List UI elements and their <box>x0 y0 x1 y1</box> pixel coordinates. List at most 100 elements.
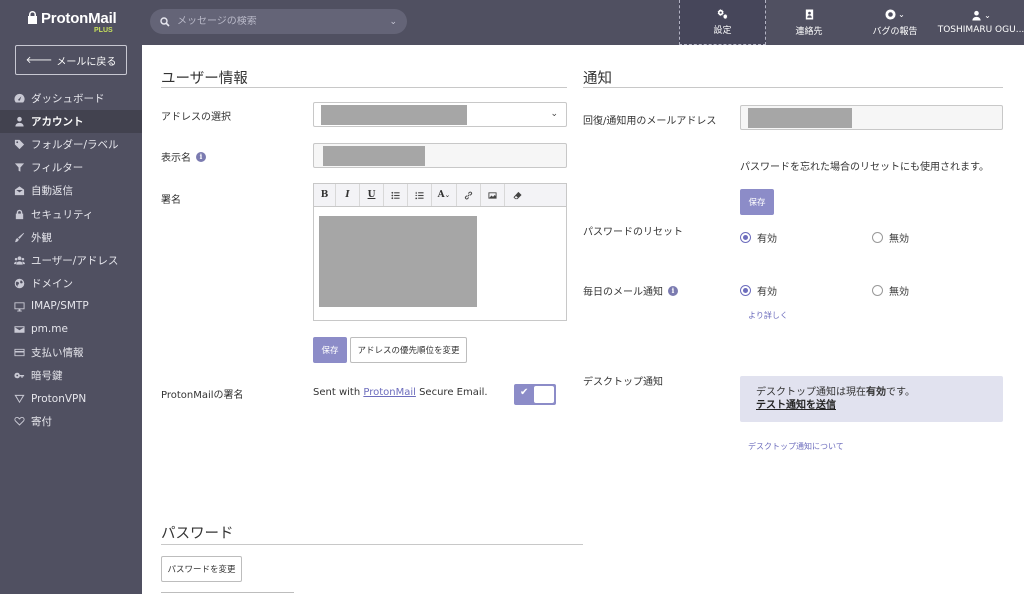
tab-bug-report[interactable]: ⌄ バグの報告 <box>852 0 938 45</box>
monitor-icon <box>13 300 25 312</box>
password-reset-disabled-radio[interactable]: 無効 <box>872 230 909 245</box>
clear-format-button[interactable] <box>505 184 529 206</box>
desktop-notification-label: デスクトップ通知 <box>583 377 663 388</box>
toggle-knob <box>534 386 554 403</box>
sidebar-item-auto-reply[interactable]: 自動返信 <box>0 179 142 202</box>
change-password-button[interactable]: パスワードを変更 <box>161 556 242 582</box>
change-address-priority-button[interactable]: アドレスの優先順位を変更 <box>350 337 467 363</box>
credit-card-icon <box>13 347 25 359</box>
desktop-status-value: 有効 <box>866 387 886 398</box>
daily-disabled-radio[interactable]: 無効 <box>872 283 909 298</box>
brush-icon <box>13 231 25 243</box>
about-desktop-notifications-link[interactable]: デスクトップ通知について <box>748 441 844 452</box>
redacted-display-name <box>323 146 425 166</box>
lock-logo-icon <box>28 11 37 24</box>
numbered-list-button[interactable] <box>408 184 432 206</box>
link-icon <box>464 191 473 199</box>
info-icon[interactable]: i <box>668 285 678 296</box>
sidebar-item-appearance[interactable]: 外観 <box>0 226 142 249</box>
font-color-button[interactable]: A ⌄ <box>432 184 457 206</box>
protonmail-signature-text: Sent with ProtonMail Secure Email. <box>313 387 488 398</box>
sidebar-item-pm-me[interactable]: pm.me <box>0 318 142 341</box>
eraser-icon <box>512 191 522 199</box>
daily-enabled-radio[interactable]: 有効 <box>740 283 777 298</box>
sidebar-item-security[interactable]: セキュリティ <box>0 202 142 225</box>
send-test-notification-link[interactable]: テスト通知を送信 <box>756 399 987 412</box>
plan-badge: PLUS <box>94 27 113 34</box>
user-info-title: ユーザー情報 <box>161 71 248 87</box>
sidebar-item-keys[interactable]: 暗号鍵 <box>0 364 142 387</box>
display-name-label: 表示名 i <box>161 149 206 164</box>
radio-dot <box>872 232 883 243</box>
save-signature-button[interactable]: 保存 <box>313 337 347 363</box>
sidebar-item-payments[interactable]: 支払い情報 <box>0 341 142 364</box>
sidebar: ProtonMail PLUS 🡐 メールに戻る ダッシュボード アカウント フ… <box>0 0 142 594</box>
section-divider <box>583 87 1003 88</box>
address-select[interactable]: ⌄ <box>313 102 567 127</box>
address-select-label: アドレスの選択 <box>161 112 231 123</box>
search-bar[interactable]: ⌄ <box>150 9 407 34</box>
section-divider <box>161 87 567 88</box>
user-menu[interactable]: ⌄ TOSHIMARU OGU... <box>938 0 1024 45</box>
password-reset-label: パスワードのリセット <box>583 227 683 238</box>
display-name-field[interactable] <box>313 143 567 168</box>
more-info-link[interactable]: より詳しく <box>748 310 788 321</box>
tag-icon <box>13 139 25 151</box>
user-name: TOSHIMARU OGU... <box>937 25 1024 35</box>
sidebar-item-filters[interactable]: フィルター <box>0 156 142 179</box>
user-icon <box>972 10 981 21</box>
back-to-mail-label: メールに戻る <box>56 56 117 68</box>
check-icon: ✔ <box>520 387 529 398</box>
sidebar-item-domains[interactable]: ドメイン <box>0 272 142 295</box>
sidebar-item-dashboard[interactable]: ダッシュボード <box>0 87 142 110</box>
protonmail-link[interactable]: ProtonMail <box>363 387 416 398</box>
tab-settings[interactable]: 設定 <box>679 0 766 45</box>
image-button[interactable] <box>481 184 505 206</box>
redacted-address <box>321 105 467 125</box>
sidebar-item-folders-labels[interactable]: フォルダー/ラベル <box>0 133 142 156</box>
chevron-down-icon: ⌄ <box>898 9 905 19</box>
chevron-down-icon: ⌄ <box>984 11 991 20</box>
bullet-list-icon <box>391 191 400 199</box>
signature-toolbar: B I U A ⌄ <box>313 183 567 207</box>
bullet-list-button[interactable] <box>384 184 408 206</box>
radio-dot <box>740 285 751 296</box>
search-input[interactable] <box>177 16 390 27</box>
password-reset-enabled-radio[interactable]: 有効 <box>740 230 777 245</box>
protonmail-signature-toggle[interactable]: ✔ <box>514 384 556 405</box>
recovery-hint: パスワードを忘れた場合のリセットにも使用されます。 <box>740 162 989 173</box>
sidebar-item-donate[interactable]: 寄付 <box>0 410 142 433</box>
bug-report-label: バグの報告 <box>872 26 918 37</box>
link-button[interactable] <box>457 184 481 206</box>
contacts-icon <box>805 8 813 20</box>
partial-divider <box>161 592 294 593</box>
protonmail-signature-label: ProtonMailの署名 <box>161 390 244 401</box>
chevron-down-icon[interactable]: ⌄ <box>389 17 397 27</box>
sidebar-item-imap-smtp[interactable]: IMAP/SMTP <box>0 295 142 318</box>
section-divider <box>161 544 583 545</box>
filter-icon <box>13 162 25 174</box>
redacted-recovery-email <box>748 108 852 128</box>
radio-dot <box>740 232 751 243</box>
info-icon[interactable]: i <box>196 151 206 162</box>
gears-icon <box>717 8 728 19</box>
italic-button[interactable]: I <box>336 184 360 206</box>
sidebar-item-protonvpn[interactable]: ProtonVPN <box>0 387 142 410</box>
sidebar-item-account[interactable]: アカウント <box>0 110 142 134</box>
top-bar: ⌄ 設定 連絡先 ⌄ バグの報告 ⌄ TOSHIMARU OGU... <box>142 0 1024 45</box>
chevron-down-icon: ⌄ <box>550 109 558 119</box>
recovery-email-label: 回復/通知用のメールアドレス <box>583 116 717 127</box>
signature-editor[interactable] <box>313 207 567 321</box>
recovery-email-field[interactable] <box>740 105 1003 130</box>
search-icon <box>160 16 170 27</box>
protonmail-logo[interactable]: ProtonMail PLUS <box>27 10 117 36</box>
underline-button[interactable]: U <box>360 184 384 206</box>
tab-contacts[interactable]: 連絡先 <box>766 0 852 45</box>
sidebar-item-users-addresses[interactable]: ユーザー/アドレス <box>0 249 142 272</box>
back-to-mail-button[interactable]: 🡐 メールに戻る <box>15 45 127 75</box>
bold-button[interactable]: B <box>314 184 336 206</box>
lock-icon <box>13 208 25 220</box>
chevron-down-icon: ⌄ <box>444 191 451 199</box>
save-recovery-button[interactable]: 保存 <box>740 189 774 215</box>
user-icon <box>13 116 25 128</box>
